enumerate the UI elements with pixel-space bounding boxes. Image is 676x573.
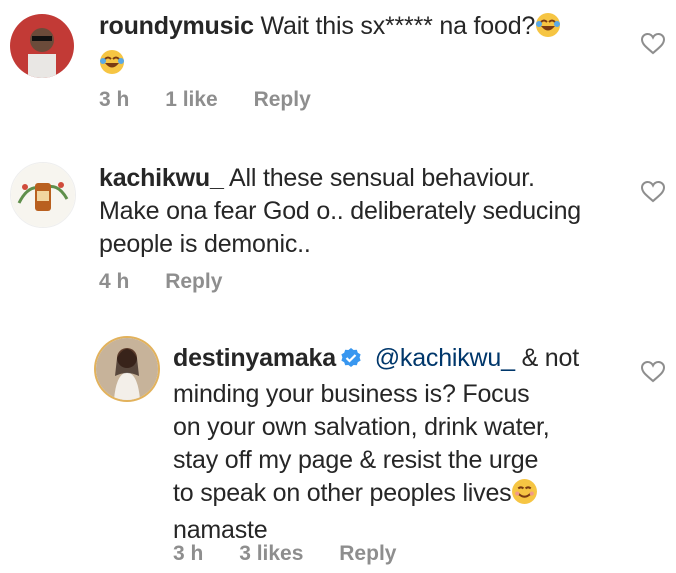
comment-body: roundymusic Wait this sx***** na food? <box>99 10 619 84</box>
reply-button[interactable]: Reply <box>339 542 396 565</box>
comment-time: 3 h <box>173 542 204 565</box>
comment-text-line: to speak on other peoples lives <box>173 479 512 507</box>
like-heart-icon[interactable] <box>640 360 666 383</box>
avatar[interactable] <box>10 162 76 228</box>
comment-text-line: minding your business is? Focus <box>173 380 530 408</box>
smiling-emoji-icon <box>511 478 538 514</box>
avatar[interactable] <box>96 338 158 400</box>
comment-item-kachikwu: kachikwu_ All these sensual behaviour. M… <box>0 140 676 300</box>
comment-text-line: people is demonic.. <box>99 230 311 258</box>
avatar[interactable] <box>10 14 74 78</box>
comment-text-line: on your own salvation, drink water, <box>173 413 550 441</box>
laughing-tears-emoji-icon <box>99 49 125 84</box>
like-heart-icon[interactable] <box>640 32 666 55</box>
comment-time: 4 h <box>99 270 130 293</box>
comment-username[interactable]: roundymusic <box>99 12 254 40</box>
comment-text-line: namaste <box>173 516 268 544</box>
verified-badge-icon <box>340 345 362 378</box>
comment-text-line: stay off my page & resist the urge <box>173 446 539 474</box>
comment-username[interactable]: destinyamaka <box>173 344 336 372</box>
reply-item-destinyamaka: destinyamaka @kachikwu_ & not minding yo… <box>0 320 676 573</box>
reply-button[interactable]: Reply <box>254 88 311 111</box>
comment-body: kachikwu_ All these sensual behaviour. M… <box>99 162 639 261</box>
comment-meta: 3 h 1 like Reply <box>99 88 341 112</box>
comment-body: destinyamaka @kachikwu_ & not minding yo… <box>173 342 643 547</box>
comment-likes[interactable]: 1 like <box>165 88 218 111</box>
comment-likes[interactable]: 3 likes <box>239 542 303 565</box>
comment-text: Wait this sx***** na food? <box>260 12 536 40</box>
comment-item-roundymusic: roundymusic Wait this sx***** na food? 3… <box>0 0 676 140</box>
reply-button[interactable]: Reply <box>165 270 222 293</box>
comment-meta: 3 h 3 likes Reply <box>173 542 426 566</box>
like-heart-icon[interactable] <box>640 180 666 203</box>
comment-time: 3 h <box>99 88 130 111</box>
comment-text-line: Make ona fear God o.. deliberately seduc… <box>99 197 581 225</box>
mention-link[interactable]: @kachikwu_ <box>375 344 515 372</box>
laughing-tears-emoji-icon <box>535 12 561 47</box>
comment-username[interactable]: kachikwu_ <box>99 164 224 192</box>
comment-text-line: All these sensual behaviour. <box>229 164 535 192</box>
comment-text: & not <box>521 344 580 372</box>
comment-meta: 4 h Reply <box>99 270 252 294</box>
